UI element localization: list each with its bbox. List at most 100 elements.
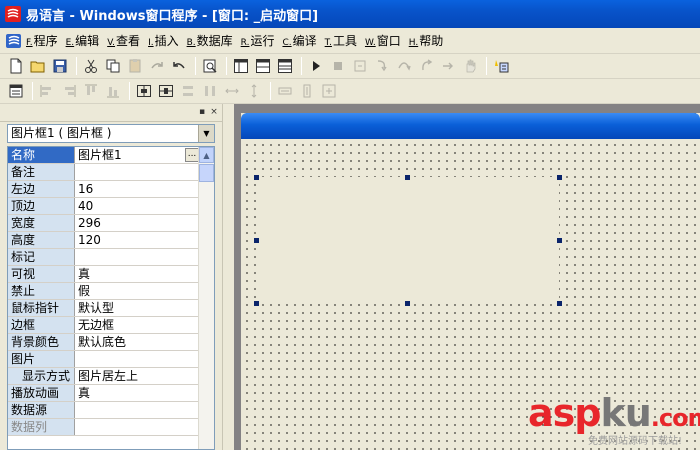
stop-icon[interactable] xyxy=(328,56,348,76)
save-icon[interactable] xyxy=(50,56,70,76)
resize-handle-w[interactable] xyxy=(254,238,259,243)
property-row[interactable]: 标记 xyxy=(8,249,200,266)
property-row[interactable]: 左边 16 xyxy=(8,181,200,198)
scroll-up-icon[interactable]: ▲ xyxy=(199,147,214,163)
property-row[interactable]: 鼠标指针 默认型 xyxy=(8,300,200,317)
menu-insert[interactable]: I.插入 xyxy=(148,32,179,49)
property-row[interactable]: 可视 真 xyxy=(8,266,200,283)
property-value[interactable]: 真 xyxy=(75,385,200,401)
undo-icon[interactable] xyxy=(169,56,189,76)
align-bottom-icon[interactable] xyxy=(103,81,123,101)
property-value[interactable]: 296 xyxy=(75,215,200,231)
resize-handle-n[interactable] xyxy=(405,175,410,180)
paste-icon[interactable] xyxy=(125,56,145,76)
pin-icon[interactable]: ▪ xyxy=(197,106,207,118)
property-row[interactable]: 顶边 40 xyxy=(8,198,200,215)
menu-help[interactable]: H.帮助 xyxy=(409,32,444,49)
resize-handle-s[interactable] xyxy=(405,301,410,306)
ellipsis-button[interactable]: ... xyxy=(185,148,199,162)
open-folder-icon[interactable] xyxy=(28,56,48,76)
menu-run[interactable]: R.运行 xyxy=(241,32,275,49)
step-into-icon[interactable] xyxy=(372,56,392,76)
property-row[interactable]: 图片 xyxy=(8,351,200,368)
resize-handle-sw[interactable] xyxy=(254,301,259,306)
property-value[interactable]: 无边框 xyxy=(75,317,200,333)
step-icon[interactable] xyxy=(350,56,370,76)
menu-edit[interactable]: E.编辑 xyxy=(66,32,100,49)
property-row[interactable]: 背景颜色 默认底色 xyxy=(8,334,200,351)
property-row[interactable]: 宽度 296 xyxy=(8,215,200,232)
property-row[interactable]: 播放动画 真 xyxy=(8,385,200,402)
align-top-icon[interactable] xyxy=(81,81,101,101)
resize-both-icon[interactable] xyxy=(319,81,339,101)
help-icon[interactable] xyxy=(491,56,511,76)
property-row[interactable]: 边框 无边框 xyxy=(8,317,200,334)
layout-3-icon[interactable] xyxy=(275,56,295,76)
property-row-name[interactable]: 名称 图片框1... xyxy=(8,147,200,164)
layout-1-icon[interactable] xyxy=(231,56,251,76)
property-row[interactable]: 禁止 假 xyxy=(8,283,200,300)
property-name: 高度 xyxy=(8,232,75,248)
property-row[interactable]: 数据列 xyxy=(8,419,200,436)
property-value[interactable]: 16 xyxy=(75,181,200,197)
hand-icon[interactable] xyxy=(460,56,480,76)
property-row[interactable]: 备注 xyxy=(8,164,200,181)
step-over-icon[interactable] xyxy=(394,56,414,76)
resize-handle-se[interactable] xyxy=(557,301,562,306)
property-value[interactable]: 假 xyxy=(75,283,200,299)
resize-handle-nw[interactable] xyxy=(254,175,259,180)
scroll-thumb[interactable] xyxy=(199,164,214,182)
form-icon[interactable] xyxy=(6,81,26,101)
design-form-titlebar[interactable] xyxy=(241,113,700,139)
property-value[interactable]: 40 xyxy=(75,198,200,214)
property-value[interactable]: 默认型 xyxy=(75,300,200,316)
menu-database[interactable]: B.数据库 xyxy=(187,32,233,49)
property-row[interactable]: 高度 120 xyxy=(8,232,200,249)
cut-icon[interactable] xyxy=(81,56,101,76)
center-horizontal-icon[interactable] xyxy=(134,81,154,101)
center-vertical-icon[interactable] xyxy=(156,81,176,101)
property-value[interactable]: 默认底色 xyxy=(75,334,200,350)
menu-compile[interactable]: C.编译 xyxy=(282,32,316,49)
chevron-down-icon[interactable]: ▼ xyxy=(198,125,214,142)
property-value[interactable]: 图片居左上 xyxy=(75,368,200,384)
run-to-cursor-icon[interactable] xyxy=(438,56,458,76)
property-value[interactable]: 图片框1... xyxy=(75,147,200,163)
align-left-icon[interactable] xyxy=(37,81,57,101)
step-out-icon[interactable] xyxy=(416,56,436,76)
picture-box[interactable] xyxy=(256,177,559,304)
same-width-icon[interactable] xyxy=(178,81,198,101)
menu-window[interactable]: W.窗口 xyxy=(365,32,401,49)
resize-width-icon[interactable] xyxy=(275,81,295,101)
property-row[interactable]: 显示方式 图片居左上 xyxy=(8,368,200,385)
menu-view[interactable]: V.查看 xyxy=(107,32,140,49)
property-row[interactable]: 数据源 xyxy=(8,402,200,419)
resize-handle-ne[interactable] xyxy=(557,175,562,180)
redo-icon[interactable] xyxy=(147,56,167,76)
resize-handle-e[interactable] xyxy=(557,238,562,243)
property-value[interactable]: 120 xyxy=(75,232,200,248)
property-value[interactable] xyxy=(75,249,200,265)
property-scrollbar[interactable]: ▲ xyxy=(198,147,214,449)
property-value[interactable] xyxy=(75,402,200,418)
spacing-horizontal-icon[interactable] xyxy=(222,81,242,101)
property-value[interactable] xyxy=(75,351,200,367)
property-value[interactable]: 真 xyxy=(75,266,200,282)
spacing-vertical-icon[interactable] xyxy=(244,81,264,101)
copy-icon[interactable] xyxy=(103,56,123,76)
align-right-icon[interactable] xyxy=(59,81,79,101)
property-name: 禁止 xyxy=(8,283,75,299)
layout-2-icon[interactable] xyxy=(253,56,273,76)
property-value[interactable] xyxy=(75,164,200,180)
panel-splitter[interactable] xyxy=(222,104,234,450)
resize-height-icon[interactable] xyxy=(297,81,317,101)
menu-tools[interactable]: T.工具 xyxy=(325,32,357,49)
component-selector[interactable]: 图片框1 ( 图片框 ) ▼ xyxy=(7,124,215,143)
menu-program[interactable]: F.程序 xyxy=(26,32,58,49)
same-height-icon[interactable] xyxy=(200,81,220,101)
new-file-icon[interactable] xyxy=(6,56,26,76)
find-icon[interactable] xyxy=(200,56,220,76)
close-icon[interactable]: × xyxy=(209,106,219,118)
property-value[interactable] xyxy=(75,419,200,435)
run-icon[interactable] xyxy=(306,56,326,76)
